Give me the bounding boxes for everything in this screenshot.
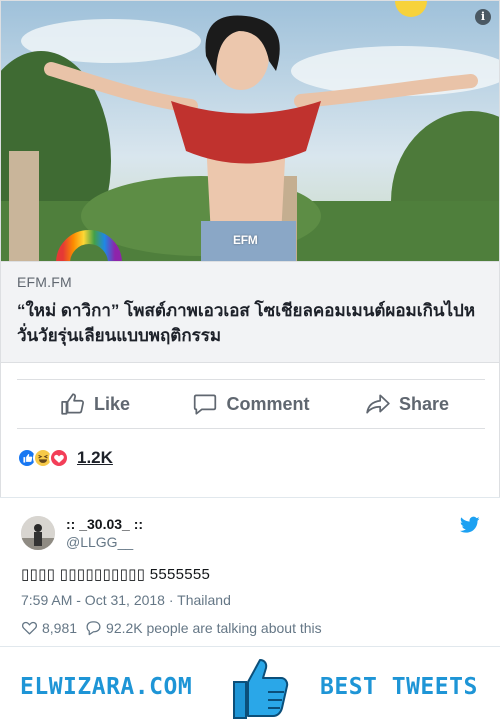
tweet-stats: 8,981 92.2K people are talking about thi… [21,619,330,636]
facebook-link-card: i EFM EFM.FM “ใหม่ ดาวิกา” โพสต์ภาพเอวเอ… [0,0,500,497]
footer-banner: ELWIZARA.COM BEST TWEETS [0,652,500,722]
like-button[interactable]: Like [17,380,173,428]
tweet-like-count: 8,981 [42,619,78,636]
tweet-conversation-stat[interactable]: 92.2K people are talking about this [85,619,322,636]
link-title[interactable]: “ใหม่ ดาวิกา” โพสต์ภาพเอวเอส โซเชียลคอมเ… [17,298,483,348]
comment-label: Comment [226,393,310,414]
efm-watermark: EFM [233,233,258,247]
link-preview-text[interactable]: EFM.FM “ใหม่ ดาวิกา” โพสต์ภาพเอวเอส โซเช… [1,261,499,363]
tweet-display-name[interactable]: :: _30.03_ :: [66,516,143,532]
thumbs-up-icon [61,393,84,415]
love-icon [49,448,69,468]
best-tweets-label: BEST TWEETS [320,674,478,700]
twitter-bird-icon[interactable] [460,516,480,534]
reactions-summary[interactable]: 1.2K [17,445,113,471]
link-domain: EFM.FM [17,274,72,290]
comment-bubble-icon [194,394,217,415]
tweet-handle[interactable]: @LLGG__ [66,534,133,550]
heart-icon [21,621,38,635]
share-button[interactable]: Share [329,380,485,428]
reaction-count[interactable]: 1.2K [77,448,113,468]
article-photo[interactable]: i EFM [1,1,499,261]
embedded-tweet: :: _30.03_ :: @LLGG__ ▯▯▯▯ ▯▯▯▯▯▯▯▯▯▯ 55… [0,497,500,647]
action-bar: Like Comment Share [17,379,485,429]
avatar[interactable] [21,516,55,550]
like-label: Like [93,393,131,414]
share-arrow-icon [366,394,390,414]
tweet-talking-count: 92.2K people are talking about this [106,619,322,636]
info-icon[interactable]: i [475,9,491,25]
share-label: Share [398,393,450,414]
site-name: ELWIZARA.COM [20,674,193,700]
reply-bubble-icon [86,621,101,636]
comment-button[interactable]: Comment [173,380,329,428]
thumbs-up-icon [233,659,289,719]
tweet-like-stat[interactable]: 8,981 [21,619,77,636]
tweet-text: ▯▯▯▯ ▯▯▯▯▯▯▯▯▯▯ 5555555 [21,566,211,583]
tweet-timestamp[interactable]: 7:59 AM - Oct 31, 2018 · Thailand [21,592,231,608]
photo-illustration [1,1,499,261]
